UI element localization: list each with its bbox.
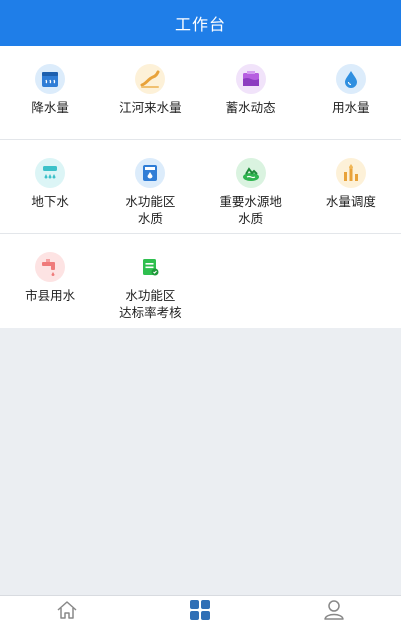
- user-icon: [323, 599, 345, 624]
- tile-water-dispatch[interactable]: 水量调度: [301, 140, 401, 233]
- reservoir-icon: [235, 64, 266, 94]
- tile-label: 用水量: [332, 100, 370, 115]
- grid-row-2: 地下水 水功能区 水质 重要水源地 水质 水量调度: [0, 140, 401, 234]
- groundwater-icon: [35, 158, 66, 188]
- tile-label: 蓄水动态: [225, 100, 276, 115]
- page-title: 工作台: [174, 15, 226, 34]
- tab-home[interactable]: [37, 600, 97, 624]
- tile-groundwater[interactable]: 地下水: [0, 140, 100, 233]
- home-icon: [56, 600, 78, 624]
- faucet-icon: [35, 252, 66, 282]
- tile-label: 地下水: [31, 194, 69, 209]
- tile-function-zone-quality[interactable]: 水功能区 水质: [100, 140, 200, 233]
- rain-gauge-icon: [35, 64, 66, 94]
- tile-label: 降水量: [31, 100, 69, 115]
- tile-river-inflow[interactable]: 江河来水量: [100, 46, 200, 139]
- dispatch-icon: [335, 158, 366, 188]
- tile-label: 水量调度: [325, 194, 376, 209]
- grid-row-3: 市县用水 水功能区 达标率考核: [0, 234, 401, 328]
- tile-label: 水功能区 达标率考核: [119, 288, 182, 320]
- assessment-icon: [135, 252, 166, 282]
- tile-label: 重要水源地 水质: [219, 194, 282, 226]
- bottom-tab-bar: [0, 595, 401, 627]
- tile-city-county-water-use[interactable]: 市县用水: [0, 234, 100, 328]
- water-source-icon: [235, 158, 266, 188]
- empty-content-area: [0, 329, 401, 596]
- tile-water-source-quality[interactable]: 重要水源地 水质: [201, 140, 301, 233]
- grid-row-1: 降水量 江河来水量 蓄水动态 用水量: [0, 46, 401, 140]
- tab-profile[interactable]: [304, 599, 364, 624]
- water-drop-icon: [335, 64, 366, 94]
- tile-label: 江河来水量: [119, 100, 182, 115]
- tile-storage-dynamics[interactable]: 蓄水动态: [201, 46, 301, 139]
- tile-precipitation[interactable]: 降水量: [0, 46, 100, 139]
- tile-function-zone-assessment[interactable]: 水功能区 达标率考核: [100, 234, 200, 328]
- water-quality-icon: [135, 158, 166, 188]
- grid-icon: [189, 599, 211, 624]
- tab-workbench[interactable]: [170, 599, 230, 624]
- app-header: 工作台: [0, 0, 401, 46]
- function-grid: 降水量 江河来水量 蓄水动态 用水量 地下水 水功能区 水质 重要水源地 水质 …: [0, 46, 401, 328]
- river-icon: [135, 64, 166, 94]
- tile-label: 水功能区 水质: [125, 194, 176, 226]
- tile-label: 市县用水: [25, 288, 76, 303]
- tile-water-use[interactable]: 用水量: [301, 46, 401, 139]
